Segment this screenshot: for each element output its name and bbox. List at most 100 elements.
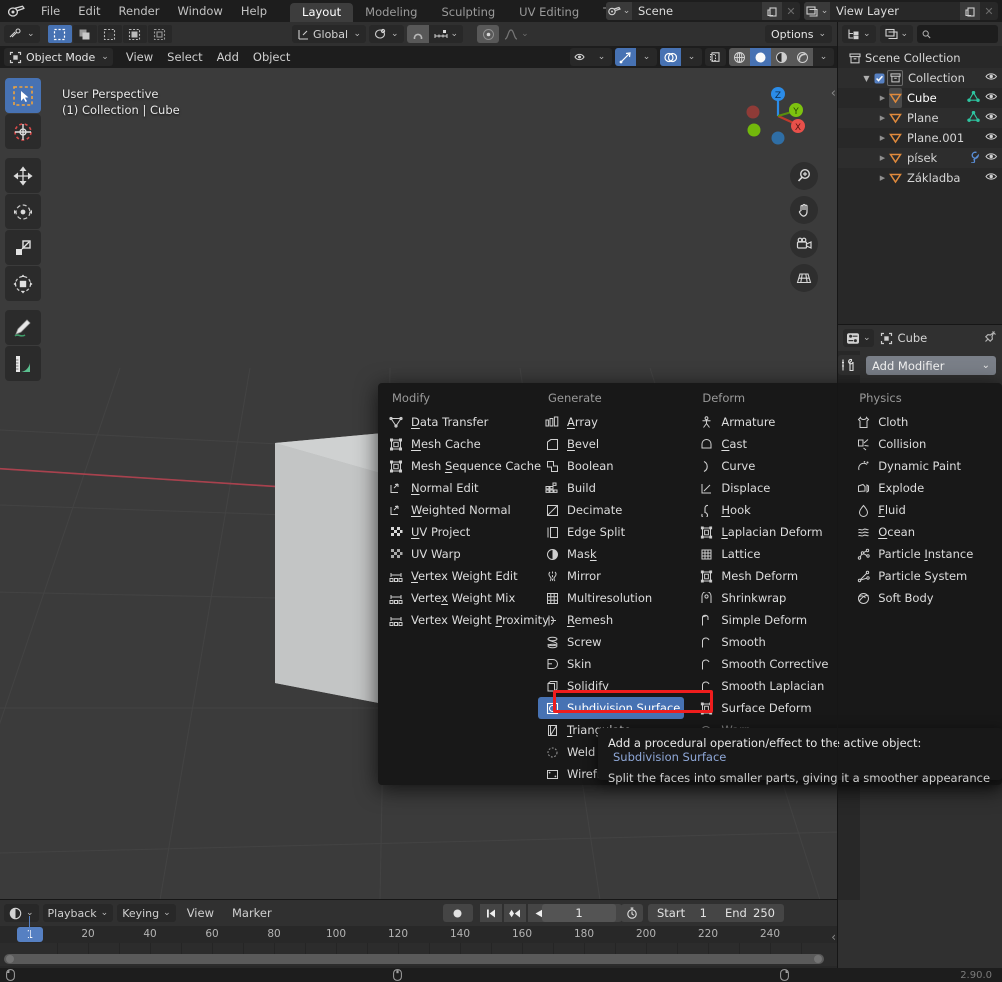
visibility-eye-icon[interactable]	[985, 151, 998, 165]
outliner-filter-dropdown[interactable]: ⌄	[880, 25, 914, 43]
visibility-chevron-icon[interactable]: ⌄	[591, 48, 612, 66]
modifier-item-ocean[interactable]: Ocean	[849, 521, 998, 543]
jump-start-icon[interactable]	[480, 904, 502, 922]
modifier-item-multiresolution[interactable]: Multiresolution	[538, 587, 684, 609]
shading-chevron-icon[interactable]: ⌄	[813, 48, 834, 66]
tab-layout[interactable]: Layout	[290, 3, 353, 22]
timeline-menu-marker[interactable]: Marker	[225, 904, 279, 922]
camera-view-icon[interactable]	[790, 230, 818, 258]
rendered-icon[interactable]	[792, 48, 813, 66]
visibility-icon[interactable]	[570, 48, 591, 66]
tab-modeling[interactable]: Modeling	[353, 3, 429, 22]
outliner-row-zakladba[interactable]: ▶ Základba	[838, 168, 1002, 188]
xray-icon[interactable]	[705, 48, 726, 66]
modifier-item-uv-warp[interactable]: UV Warp	[382, 543, 530, 565]
modifier-item-screw[interactable]: Screw	[538, 631, 684, 653]
toggle-ortho-icon[interactable]	[790, 264, 818, 292]
modifier-item-simple-deform[interactable]: Simple Deform	[692, 609, 841, 631]
transform-tool-icon[interactable]	[5, 266, 41, 301]
modifier-item-particle-system[interactable]: Particle System	[849, 565, 998, 587]
modifier-item-build[interactable]: Build	[538, 477, 684, 499]
collection-checkbox[interactable]	[873, 68, 886, 88]
modifier-item-weighted-normal[interactable]: Weighted Normal	[382, 499, 530, 521]
blender-logo-icon[interactable]	[0, 0, 32, 22]
modifier-item-remesh[interactable]: Remesh	[538, 609, 684, 631]
mode-selector[interactable]: Object Mode ⌄	[4, 48, 113, 66]
zoom-icon[interactable]	[790, 162, 818, 190]
wireframe-icon[interactable]	[729, 48, 750, 66]
tweak-select-tool-icon[interactable]	[5, 78, 41, 113]
select-intersect-icon[interactable]	[148, 25, 172, 43]
overlays-chevron-icon[interactable]: ⌄	[681, 48, 702, 66]
modifier-item-mask[interactable]: Mask	[538, 543, 684, 565]
timeline-track-area[interactable]	[0, 943, 838, 966]
modifier-item-soft-body[interactable]: Soft Body	[849, 587, 998, 609]
select-invert-icon[interactable]	[123, 25, 147, 43]
snap-to-dropdown[interactable]: ⌄	[429, 25, 464, 43]
timeline-menu-playback[interactable]: Playback ⌄	[43, 904, 114, 922]
menu-window[interactable]: Window	[168, 0, 231, 22]
modifier-item-vertex-weight-edit[interactable]: Vertex Weight Edit	[382, 565, 530, 587]
navigation-gizmo[interactable]: Z X Y	[742, 78, 816, 152]
visibility-eye-icon[interactable]	[985, 91, 998, 105]
modifier-item-particle-instance[interactable]: Particle Instance	[849, 543, 998, 565]
mesh-data-icon[interactable]	[967, 91, 980, 106]
menu-render[interactable]: Render	[110, 0, 169, 22]
modifier-item-smooth[interactable]: Smooth	[692, 631, 841, 653]
modifier-item-mirror[interactable]: Mirror	[538, 565, 684, 587]
menu-help[interactable]: Help	[232, 0, 276, 22]
gizmo-icon[interactable]	[615, 48, 636, 66]
outliner-row-plane[interactable]: ▶ Plane	[838, 108, 1002, 128]
scene-name[interactable]: Scene	[632, 4, 762, 18]
modifier-item-mesh-deform[interactable]: Mesh Deform	[692, 565, 841, 587]
timeline-sidebar-toggle-icon[interactable]: ‹	[831, 930, 836, 944]
modifier-item-armature[interactable]: Armature	[692, 411, 841, 433]
modifier-item-explode[interactable]: Explode	[849, 477, 998, 499]
modifier-item-skin[interactable]: Skin	[538, 653, 684, 675]
timeline-playhead[interactable]	[29, 916, 30, 938]
viewport-menu-view[interactable]: View	[119, 48, 160, 66]
unlink-scene-icon[interactable]: ✕	[782, 2, 800, 20]
timeline-horizontal-scrollbar[interactable]	[4, 954, 824, 964]
solid-icon[interactable]	[750, 48, 771, 66]
modifier-item-array[interactable]: Array	[538, 411, 684, 433]
outliner-display-mode-dropdown[interactable]: ⌄	[842, 25, 876, 43]
tab-uv-editing[interactable]: UV Editing	[507, 3, 591, 22]
modifier-item-surface-deform[interactable]: Surface Deform	[692, 697, 841, 719]
view-layer-name[interactable]: View Layer	[830, 4, 960, 18]
outliner-row-collection[interactable]: ▼ Collection	[838, 68, 1002, 88]
scale-tool-icon[interactable]	[5, 230, 41, 265]
stopwatch-icon[interactable]	[621, 904, 643, 922]
select-box-icon[interactable]	[48, 25, 72, 43]
modifier-item-cast[interactable]: Cast	[692, 433, 841, 455]
modifier-item-bevel[interactable]: Bevel	[538, 433, 684, 455]
outliner-row-pisek[interactable]: ▶ písek	[838, 148, 1002, 168]
visibility-eye-icon[interactable]	[985, 171, 998, 185]
outliner-search-input[interactable]	[917, 25, 998, 43]
modifier-item-displace[interactable]: Displace	[692, 477, 841, 499]
modifier-item-lattice[interactable]: Lattice	[692, 543, 841, 565]
tab-modifier-properties[interactable]	[838, 355, 860, 375]
annotate-tool-icon[interactable]	[5, 310, 41, 345]
select-extend-icon[interactable]	[73, 25, 97, 43]
timeline-menu-keying[interactable]: Keying ⌄	[117, 904, 176, 922]
pivot-point-dropdown[interactable]: ⌄	[369, 25, 404, 43]
modifier-item-shrinkwrap[interactable]: Shrinkwrap	[692, 587, 841, 609]
modifier-item-cloth[interactable]: Cloth	[849, 411, 998, 433]
scene-selector[interactable]: ⌄ Scene ✕	[606, 2, 800, 20]
hand-pan-icon[interactable]	[790, 196, 818, 224]
modifier-item-decimate[interactable]: Decimate	[538, 499, 684, 521]
expand-triangle-right-icon[interactable]: ▶	[876, 148, 889, 168]
visibility-eye-icon[interactable]	[985, 71, 998, 85]
select-subtract-icon[interactable]	[98, 25, 122, 43]
menu-edit[interactable]: Edit	[69, 0, 109, 22]
add-modifier-button[interactable]: Add Modifier ⌄	[866, 356, 996, 375]
sidebar-toggle-arrow-icon[interactable]: ‹	[831, 86, 836, 101]
timeline-menu-view[interactable]: View	[180, 904, 221, 922]
modifier-item-subdivision-surface[interactable]: Subdivision Surface	[538, 697, 684, 719]
modifier-item-vertex-weight-proximity[interactable]: Vertex Weight Proximity	[382, 609, 530, 631]
record-icon[interactable]	[443, 904, 473, 922]
frame-range-controls[interactable]: Start 1 End 250	[648, 904, 784, 922]
outliner-search-field[interactable]	[935, 28, 993, 41]
pin-icon[interactable]	[984, 330, 997, 346]
